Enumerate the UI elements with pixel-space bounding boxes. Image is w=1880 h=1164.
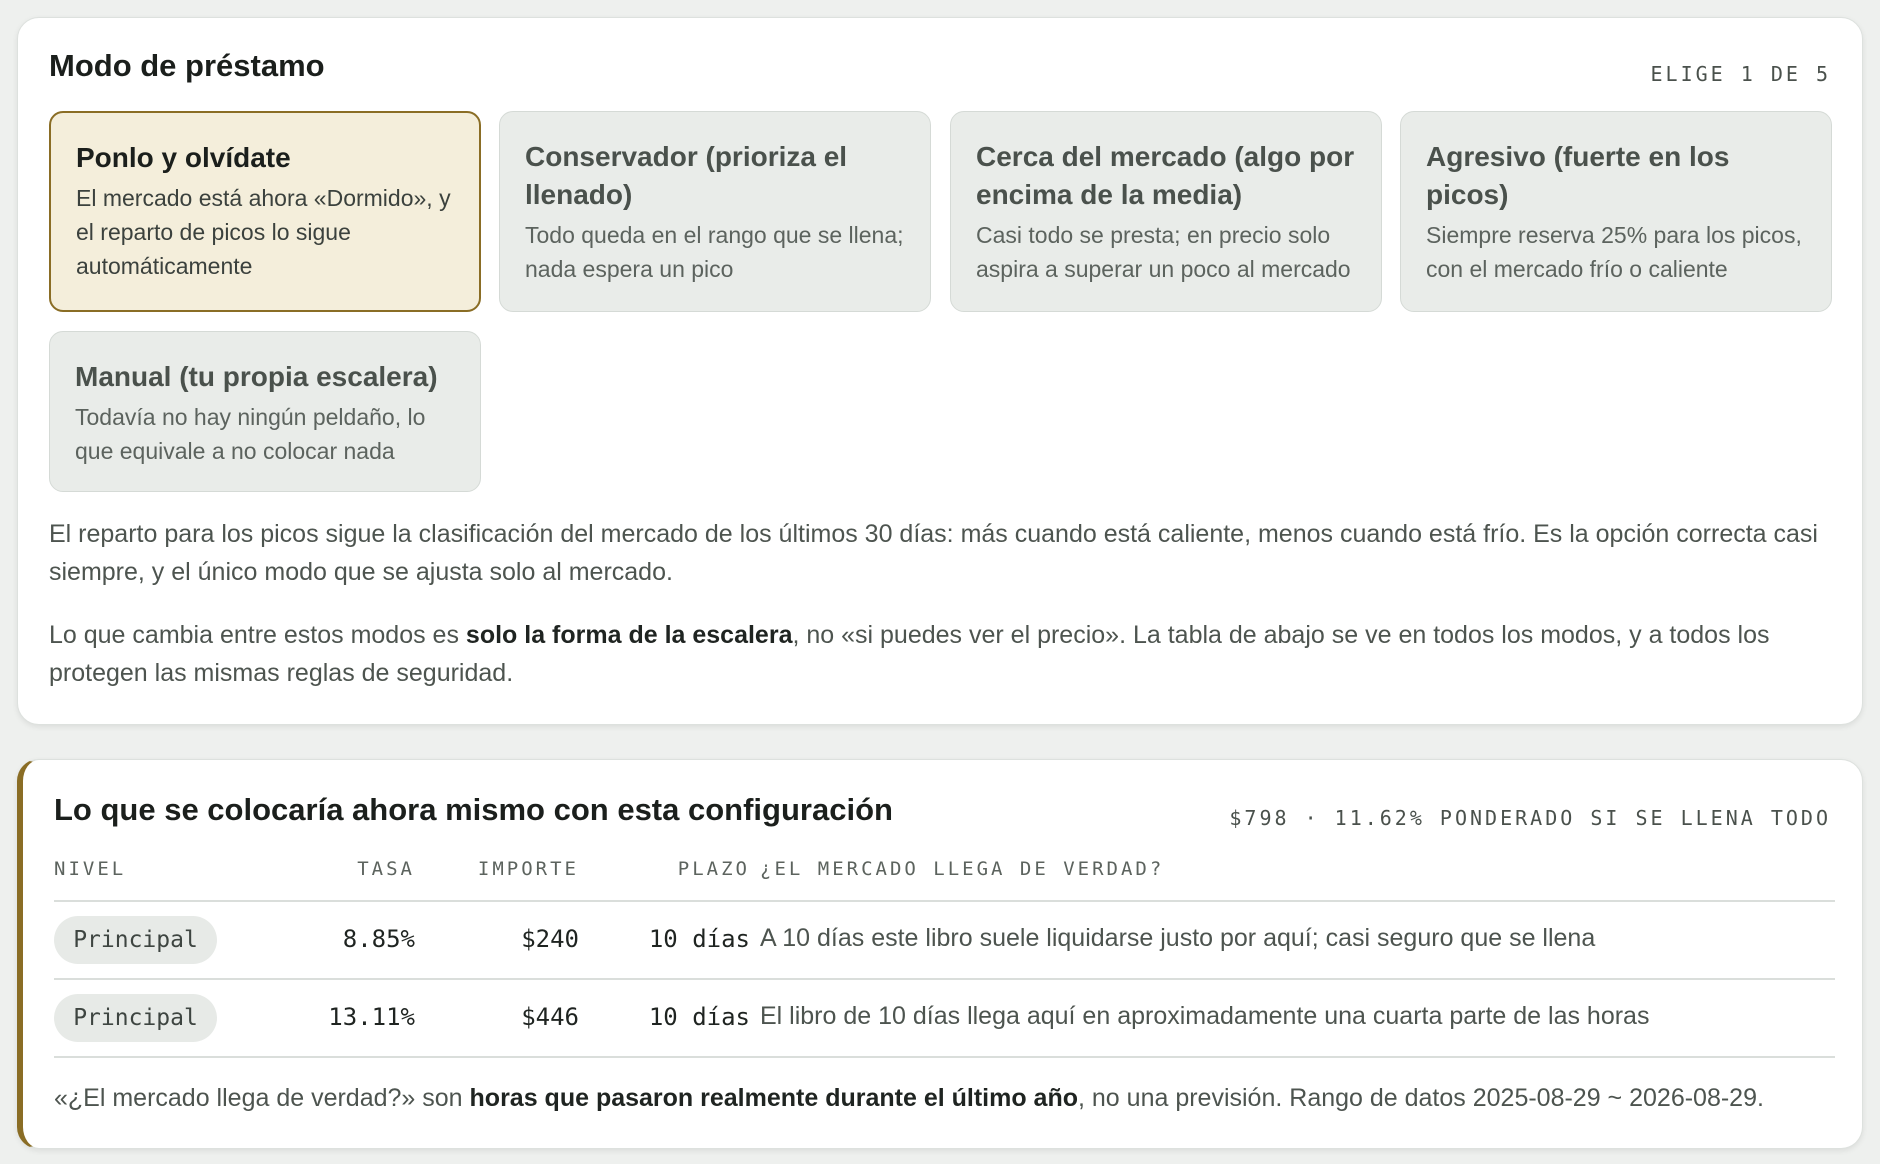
- table-row: Principal 8.85% $240 10 días A 10 días e…: [23, 902, 1862, 980]
- mode-option-near-market[interactable]: Cerca del mercado (algo por encima de la…: [950, 111, 1382, 312]
- mode-option-title: Ponlo y olvídate: [76, 142, 291, 173]
- mode-option-title: Manual (tu propia escalera): [75, 361, 438, 392]
- term-value: 10 días: [648, 1003, 750, 1031]
- column-header-term: PLAZO: [677, 858, 750, 880]
- amount-value: $446: [521, 1003, 579, 1031]
- footnote-emphasis: horas que pasaron realmente durante el ú…: [469, 1084, 1079, 1112]
- mode-option-desc: Todo queda en el rango que se llena; nad…: [525, 222, 904, 282]
- column-header-rate: TASA: [357, 858, 415, 880]
- term-value: 10 días: [648, 925, 750, 953]
- mode-option-aggressive[interactable]: Agresivo (fuerte en los picos) Siempre r…: [1400, 111, 1832, 312]
- rate-value: 13.11%: [328, 1003, 415, 1031]
- placement-preview-title: Lo que se colocaría ahora mismo con esta…: [54, 792, 893, 827]
- level-badge: Principal: [54, 994, 217, 1042]
- placement-preview-card: Lo que se colocaría ahora mismo con esta…: [17, 759, 1863, 1149]
- mode-option-manual[interactable]: Manual (tu propia escalera) Todavía no h…: [49, 331, 481, 492]
- mode-option-desc: Siempre reserva 25% para los picos, con …: [1426, 222, 1802, 282]
- amount-value: $240: [521, 925, 579, 953]
- table-row: Principal 13.11% $446 10 días El libro d…: [23, 980, 1862, 1058]
- table-divider: [54, 1056, 1835, 1058]
- level-badge: Principal: [54, 916, 217, 964]
- mode-explanation: El reparto para los picos sigue la clasi…: [49, 520, 1818, 586]
- column-header-amount: IMPORTE: [477, 858, 579, 880]
- data-footnote: «¿El mercado llega de verdad?» son horas…: [54, 1084, 1764, 1112]
- mode-option-title: Cerca del mercado (algo por encima de la…: [976, 141, 1355, 210]
- rate-value: 8.85%: [342, 925, 415, 953]
- mode-option-desc: Casi todo se presta; en precio solo aspi…: [976, 222, 1351, 282]
- mode-note: Lo que cambia entre estos modos es solo …: [49, 621, 1770, 687]
- loan-mode-title: Modo de préstamo: [49, 48, 325, 83]
- mode-option-desc: Todavía no hay ningún peldaño, lo que eq…: [75, 404, 426, 464]
- mode-option-title: Conservador (prioriza el llenado): [525, 141, 848, 210]
- mode-option-set-and-forget[interactable]: Ponlo y olvídate El mercado está ahora «…: [49, 111, 481, 312]
- mode-option-conservative[interactable]: Conservador (prioriza el llenado) Todo q…: [499, 111, 931, 312]
- choose-count-label: ELIGE 1 DE 5: [1650, 62, 1831, 86]
- loan-mode-card: Modo de préstamo ELIGE 1 DE 5 Ponlo y ol…: [17, 17, 1863, 725]
- weighted-summary: $798 · 11.62% PONDERADO SI SE LLENA TODO: [1229, 806, 1831, 830]
- market-reach-note: A 10 días este libro suele liquidarse ju…: [760, 924, 1596, 952]
- column-header-market-reach: ¿EL MERCADO LLEGA DE VERDAD?: [760, 858, 1165, 880]
- mode-note-emphasis: solo la forma de la escalera: [465, 621, 793, 649]
- column-header-level: NIVEL: [54, 858, 127, 880]
- mode-option-title: Agresivo (fuerte en los picos): [1426, 141, 1730, 210]
- market-reach-note: El libro de 10 días llega aquí en aproxi…: [760, 1002, 1650, 1030]
- mode-option-desc: El mercado está ahora «Dormido», y el re…: [76, 185, 451, 279]
